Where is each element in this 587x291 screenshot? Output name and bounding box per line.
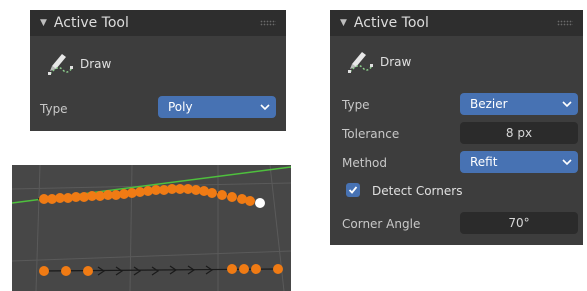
- active-tool-panel-large: ▼ Active Tool Draw Type Bezier Tolerance…: [330, 10, 583, 245]
- panel-header[interactable]: ▼ Active Tool: [30, 10, 286, 36]
- checkmark-icon: [348, 186, 358, 194]
- type-label: Type: [40, 102, 68, 116]
- method-dropdown[interactable]: Refit: [460, 151, 578, 173]
- draw-tool-icon: [48, 54, 73, 75]
- corner-angle-field[interactable]: 70°: [460, 212, 578, 234]
- type-dropdown[interactable]: Bezier: [460, 93, 578, 115]
- method-value: Refit: [470, 155, 498, 169]
- drag-grip-icon[interactable]: [557, 20, 573, 26]
- detect-corners-checkbox[interactable]: [346, 183, 360, 197]
- chevron-down-icon: [562, 101, 572, 108]
- viewport-canvas[interactable]: [12, 165, 291, 291]
- stroke-endpoint-white: [255, 198, 265, 208]
- grid-line: [129, 165, 133, 291]
- grid-line: [12, 250, 291, 262]
- corner-angle-value: 70°: [508, 216, 530, 230]
- drag-grip-icon[interactable]: [260, 20, 276, 26]
- type-value: Poly: [168, 100, 193, 114]
- tool-row[interactable]: Draw: [46, 50, 111, 78]
- type-value: Bezier: [470, 97, 508, 111]
- chevron-down-icon: [562, 159, 572, 166]
- panel-title: Active Tool: [53, 15, 129, 31]
- tolerance-value: 8 px: [505, 126, 533, 140]
- method-label: Method: [342, 156, 388, 170]
- tool-row[interactable]: Draw: [346, 48, 411, 76]
- panel-header[interactable]: ▼ Active Tool: [330, 10, 583, 36]
- tolerance-label: Tolerance: [342, 127, 400, 141]
- active-tool-panel-small: ▼ Active Tool Draw Type Poly: [30, 10, 286, 131]
- chevron-down-icon: [260, 104, 270, 111]
- collapse-triangle-icon[interactable]: ▼: [40, 18, 47, 28]
- type-dropdown[interactable]: Poly: [158, 96, 276, 118]
- viewport-drawing: [12, 165, 291, 291]
- detect-corners-label[interactable]: Detect Corners: [372, 184, 462, 198]
- panel-title: Active Tool: [353, 15, 429, 31]
- tool-name: Draw: [80, 57, 112, 71]
- tool-name: Draw: [380, 55, 412, 69]
- draw-tool-icon: [348, 52, 373, 73]
- corner-angle-label: Corner Angle: [342, 217, 421, 231]
- type-label: Type: [342, 98, 370, 112]
- tolerance-field[interactable]: 8 px: [460, 122, 578, 144]
- collapse-triangle-icon[interactable]: ▼: [340, 18, 347, 28]
